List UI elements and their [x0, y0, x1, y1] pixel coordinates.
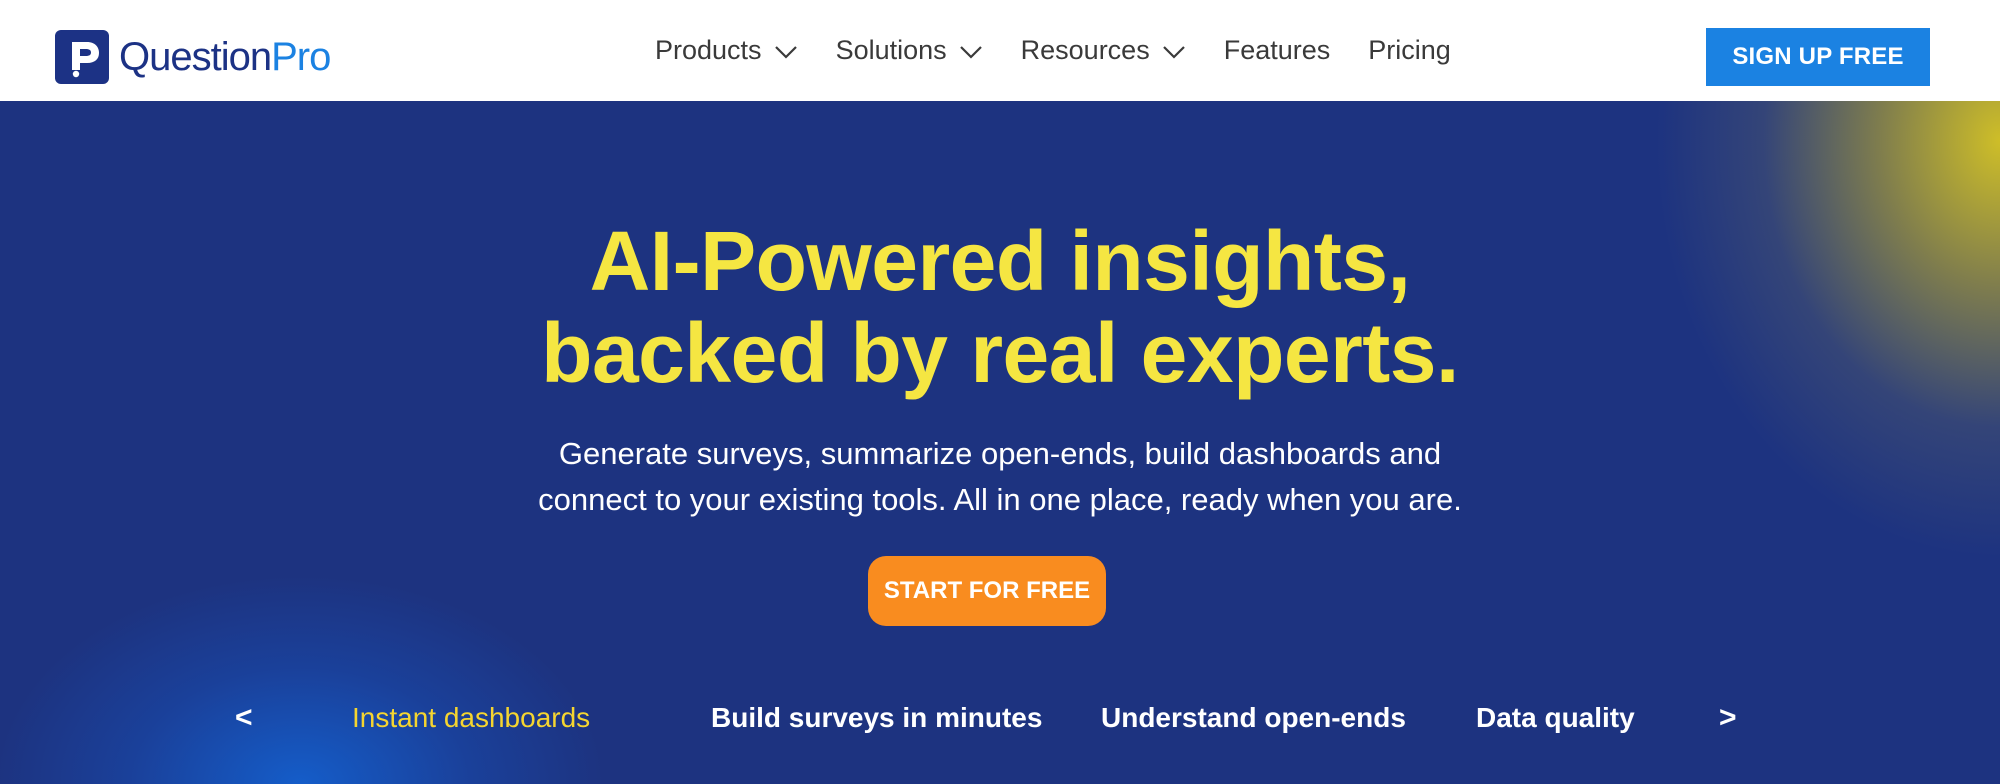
nav-item-solutions[interactable]: Solutions	[836, 35, 983, 66]
carousel-tab-data-quality[interactable]: Data quality	[1476, 693, 1635, 743]
nav-item-pricing[interactable]: Pricing	[1368, 35, 1451, 66]
carousel-tab-build-surveys[interactable]: Build surveys in minutes	[711, 693, 1042, 743]
chevron-down-icon	[1162, 35, 1186, 66]
chevron-down-icon	[959, 35, 983, 66]
feature-carousel: < Instant dashboards Build surveys in mi…	[0, 693, 2000, 743]
hero-section: AI-Powered insights, backed by real expe…	[0, 101, 2000, 784]
chevron-down-icon	[774, 35, 798, 66]
nav-item-label: Products	[655, 35, 762, 65]
carousel-tab-understand-open-ends[interactable]: Understand open-ends	[1101, 693, 1406, 743]
carousel-tab-instant-dashboards[interactable]: Instant dashboards	[352, 693, 590, 743]
nav-item-features[interactable]: Features	[1224, 35, 1331, 66]
hero-subtitle-line-1: Generate surveys, summarize open-ends, b…	[558, 436, 1442, 471]
questionpro-logo-icon	[55, 30, 109, 84]
nav-item-label: Pricing	[1368, 35, 1451, 65]
carousel-next-arrow[interactable]: >	[1719, 693, 1737, 743]
nav-item-label: Features	[1223, 35, 1331, 65]
nav-item-label: Solutions	[835, 35, 947, 65]
hero-title-line-1: AI-Powered insights,	[589, 214, 1411, 308]
nav-item-resources[interactable]: Resources	[1021, 35, 1186, 66]
carousel-prev-arrow[interactable]: <	[235, 693, 253, 743]
hero-title: AI-Powered insights, backed by real expe…	[0, 215, 2000, 399]
main-nav: Products Solutions Resources Features Pr…	[655, 0, 1489, 101]
nav-item-products[interactable]: Products	[655, 35, 798, 66]
questionpro-logo[interactable]: QuestionPro	[55, 30, 331, 84]
hero-subtitle-line-2: connect to your existing tools. All in o…	[538, 482, 1462, 517]
logo-wordmark: QuestionPro	[119, 30, 331, 84]
site-header: QuestionPro Products Solutions Resources…	[0, 0, 2000, 101]
sign-up-free-button[interactable]: SIGN UP FREE	[1706, 28, 1930, 86]
start-for-free-button[interactable]: START FOR FREE	[868, 556, 1106, 626]
logo-wordmark-part2: Pro	[271, 35, 331, 79]
nav-item-label: Resources	[1020, 35, 1150, 65]
hero-subtitle: Generate surveys, summarize open-ends, b…	[0, 431, 2000, 523]
hero-title-line-2: backed by real experts.	[541, 306, 1459, 400]
logo-wordmark-part1: Question	[119, 35, 272, 79]
